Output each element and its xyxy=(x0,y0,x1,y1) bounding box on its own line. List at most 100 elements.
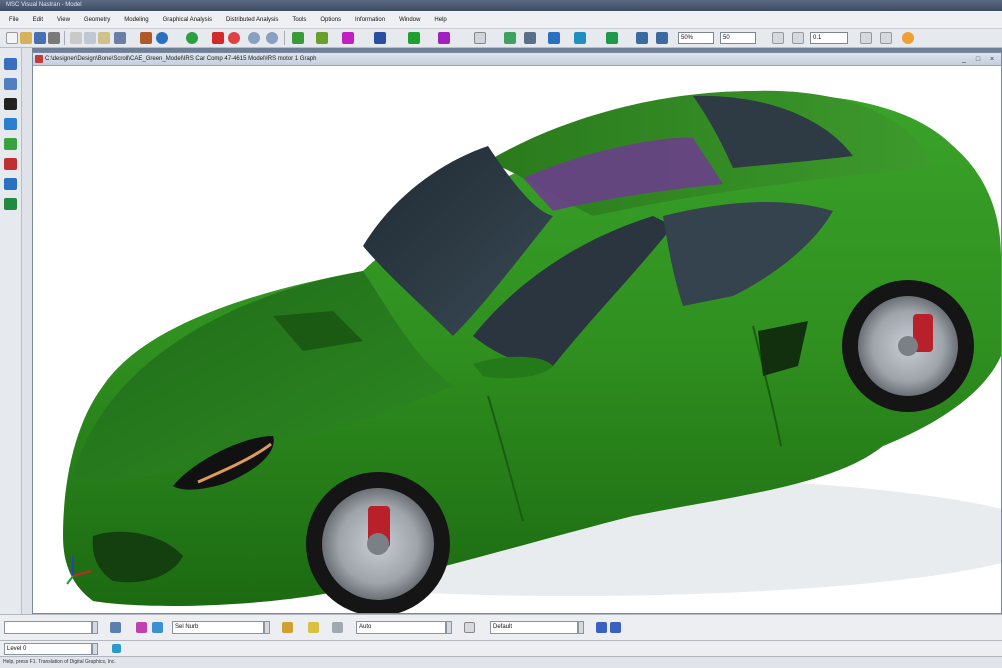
option-spinner-2[interactable] xyxy=(264,621,270,634)
toolbar-separator xyxy=(64,31,65,45)
option-bulb-icon[interactable] xyxy=(308,622,319,633)
minimize-button[interactable]: _ xyxy=(959,55,969,64)
print-icon[interactable] xyxy=(48,32,60,44)
pan-icon[interactable] xyxy=(636,32,648,44)
scale-combo[interactable]: 50 xyxy=(720,32,756,44)
option-arrow-icon[interactable] xyxy=(282,622,293,633)
menu-distributed-analysis[interactable]: Distributed Analysis xyxy=(219,11,285,29)
toolbar-separator xyxy=(284,31,285,45)
paste-icon[interactable] xyxy=(98,32,110,44)
left-toolbar xyxy=(0,48,22,614)
move-down-icon[interactable] xyxy=(880,32,892,44)
option-spinner-4[interactable] xyxy=(578,621,584,634)
option-field-4[interactable]: Default xyxy=(490,621,578,634)
mesh-icon[interactable] xyxy=(316,32,328,44)
zoom-combo[interactable]: 50% xyxy=(678,32,714,44)
zoom-in-icon[interactable] xyxy=(248,32,260,44)
document-window: C:\designer\Design\Bone\Scroll\CAE_Green… xyxy=(32,52,1002,614)
zoom-out-icon[interactable] xyxy=(266,32,278,44)
option-spinner-1[interactable] xyxy=(92,621,98,634)
step-back-icon[interactable] xyxy=(772,32,784,44)
copy-icon[interactable] xyxy=(84,32,96,44)
window-select-icon[interactable] xyxy=(4,78,17,90)
level-field[interactable]: Level 0 xyxy=(4,643,92,655)
constraint-tool-icon[interactable] xyxy=(4,178,17,190)
fit-icon[interactable] xyxy=(656,32,668,44)
menu-options[interactable]: Options xyxy=(313,11,348,29)
color-swatch-icon[interactable] xyxy=(136,622,147,633)
delete-icon[interactable] xyxy=(212,32,224,44)
command-line: Level 0 xyxy=(0,640,1002,656)
option-nav-icon[interactable] xyxy=(110,622,121,633)
menu-information[interactable]: Information xyxy=(348,11,392,29)
menu-help[interactable]: Help xyxy=(427,11,453,29)
menu-graphical-analysis[interactable]: Graphical Analysis xyxy=(156,11,219,29)
cut-icon[interactable] xyxy=(70,32,82,44)
stop-icon[interactable] xyxy=(228,32,240,44)
grid-icon[interactable] xyxy=(474,32,486,44)
open-folder-icon[interactable] xyxy=(20,32,32,44)
front-hub xyxy=(367,533,389,555)
menu-edit[interactable]: Edit xyxy=(26,11,50,29)
panel-gutter xyxy=(22,48,32,614)
menu-modeling[interactable]: Modeling xyxy=(117,11,155,29)
snap-icon[interactable] xyxy=(504,32,516,44)
select-tool-icon[interactable] xyxy=(4,58,17,70)
menu-window[interactable]: Window xyxy=(392,11,427,29)
shade-icon[interactable] xyxy=(438,32,450,44)
title-bar: MSC Visual Nastran - Model xyxy=(0,0,1002,11)
maximize-button[interactable]: □ xyxy=(973,55,983,64)
option-prev-icon[interactable] xyxy=(596,622,607,633)
solid-icon[interactable] xyxy=(574,32,586,44)
surface-icon[interactable] xyxy=(548,32,560,44)
option-bar: Sel Nurb Auto Default xyxy=(0,614,1002,640)
view-icon[interactable] xyxy=(606,32,618,44)
option-filter-icon[interactable] xyxy=(332,622,343,633)
palette-icon[interactable] xyxy=(152,622,163,633)
pointer-icon[interactable] xyxy=(140,32,152,44)
render-icon[interactable] xyxy=(408,32,420,44)
result-tool-icon[interactable] xyxy=(4,198,17,210)
analysis-icon[interactable] xyxy=(292,32,304,44)
option-field-3[interactable]: Auto xyxy=(356,621,446,634)
curve-icon[interactable] xyxy=(524,32,536,44)
option-field-2[interactable]: Sel Nurb xyxy=(172,621,264,634)
document-title-bar: C:\designer\Design\Bone\Scroll\CAE_Green… xyxy=(33,53,1001,66)
status-text: Help, press F1. Translation of Digital G… xyxy=(3,659,116,665)
undo-icon[interactable] xyxy=(114,32,126,44)
graphics-viewport[interactable] xyxy=(33,66,1001,613)
option-step-icon[interactable] xyxy=(464,622,475,633)
close-button[interactable]: × xyxy=(987,55,997,64)
refresh-icon[interactable] xyxy=(156,32,168,44)
menu-bar: File Edit View Geometry Modeling Graphic… xyxy=(0,11,1002,29)
menu-geometry[interactable]: Geometry xyxy=(77,11,117,29)
element-tool-icon[interactable] xyxy=(4,118,17,130)
layer-icon[interactable] xyxy=(374,32,386,44)
material-icon[interactable] xyxy=(342,32,354,44)
step-combo[interactable]: 0.1 xyxy=(810,32,848,44)
new-file-icon[interactable] xyxy=(6,32,18,44)
option-next-icon[interactable] xyxy=(610,622,621,633)
rotate-icon[interactable] xyxy=(186,32,198,44)
step-forward-icon[interactable] xyxy=(792,32,804,44)
option-field-1[interactable] xyxy=(4,621,92,634)
window-title: MSC Visual Nastran - Model xyxy=(6,2,82,8)
light-icon[interactable] xyxy=(902,32,914,44)
status-bar: Help, press F1. Translation of Digital G… xyxy=(0,656,1002,668)
car-model-render[interactable] xyxy=(33,66,1001,613)
document-icon xyxy=(35,55,43,63)
menu-view[interactable]: View xyxy=(50,11,77,29)
document-title: C:\designer\Design\Bone\Scroll\CAE_Green… xyxy=(45,56,317,62)
command-icon[interactable] xyxy=(112,644,121,653)
main-toolbar: 50% 50 0.1 xyxy=(0,29,1002,48)
move-up-icon[interactable] xyxy=(860,32,872,44)
node-tool-icon[interactable] xyxy=(4,98,17,110)
option-spinner-3[interactable] xyxy=(446,621,452,634)
load-tool-icon[interactable] xyxy=(4,158,17,170)
level-spinner[interactable] xyxy=(92,643,98,655)
save-icon[interactable] xyxy=(34,32,46,44)
menu-file[interactable]: File xyxy=(2,11,26,29)
property-tool-icon[interactable] xyxy=(4,138,17,150)
rear-hub xyxy=(898,336,918,356)
menu-tools[interactable]: Tools xyxy=(285,11,313,29)
